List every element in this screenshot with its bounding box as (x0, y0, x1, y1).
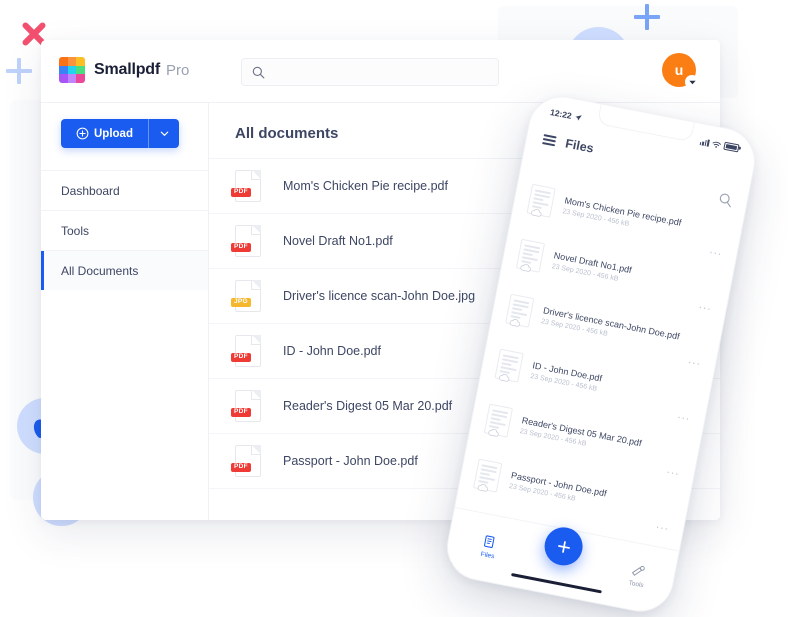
pdf-file-icon: PDF (231, 445, 261, 477)
plus-icon (557, 540, 570, 553)
pdf-file-icon: PDF (231, 390, 261, 422)
cellular-signal-icon (699, 138, 710, 147)
document-name: Passport - John Doe.pdf (283, 454, 418, 468)
chevron-down-icon (160, 131, 168, 136)
sidebar-item-all-documents[interactable]: All Documents (41, 250, 208, 290)
tab-tools[interactable]: Tools (628, 563, 647, 589)
sidebar-item-dashboard[interactable]: Dashboard (41, 170, 208, 210)
row-menu-icon[interactable]: ... (666, 462, 681, 478)
row-menu-icon[interactable]: ... (655, 517, 670, 533)
row-menu-icon[interactable]: ... (677, 407, 692, 423)
document-name: Driver's licence scan-John Doe.jpg (283, 289, 476, 303)
tab-files[interactable]: Files (480, 534, 498, 560)
sidebar-item-tools[interactable]: Tools (41, 210, 208, 250)
account-caret[interactable] (685, 75, 699, 89)
document-icon (505, 293, 535, 328)
chevron-down-icon (688, 80, 696, 84)
search-bar[interactable] (241, 58, 499, 86)
status-time: 12:22 (549, 106, 573, 121)
file-type-badge: JPG (231, 297, 251, 307)
file-type-badge: PDF (231, 187, 251, 197)
cloud-icon (529, 203, 543, 223)
cloud-icon (518, 258, 532, 278)
row-menu-icon[interactable]: ... (687, 352, 702, 368)
jpg-file-icon: JPG (231, 280, 261, 312)
brand-name: Smallpdf (94, 61, 160, 78)
battery-icon (723, 141, 740, 153)
sidebar-item-label: All Documents (61, 263, 139, 278)
document-icon (526, 183, 556, 218)
cloud-icon (508, 313, 522, 333)
row-menu-icon[interactable]: ... (698, 297, 713, 313)
sidebar: Upload Dashboard Tools All Documents (41, 103, 209, 520)
phone-title: Files (564, 136, 595, 156)
document-icon (473, 458, 503, 493)
tab-label: Files (480, 550, 495, 561)
app-header: Smallpdf Pro u (41, 40, 720, 103)
pdf-file-icon: PDF (231, 225, 261, 257)
document-name: Reader's Digest 05 Mar 20.pdf (283, 399, 453, 413)
location-arrow-icon (575, 114, 582, 121)
cloud-icon (486, 423, 500, 443)
document-name: Novel Draft No1.pdf (283, 234, 393, 248)
home-indicator (511, 572, 602, 594)
sidebar-item-label: Dashboard (61, 183, 120, 198)
row-menu-icon[interactable]: ... (709, 242, 724, 258)
screenshot-canvas: Smallpdf Pro u Upload Dashboard Tools Al… (0, 0, 788, 617)
tab-label: Tools (627, 579, 645, 590)
pdf-file-icon: PDF (231, 170, 261, 202)
file-type-badge: PDF (231, 242, 251, 252)
search-icon (719, 193, 731, 208)
brand-plan: Pro (165, 61, 190, 79)
account-menu[interactable]: u (662, 53, 699, 89)
upload-dropdown-toggle[interactable] (148, 119, 179, 148)
add-file-fab[interactable] (541, 524, 586, 569)
document-name: Mom's Chicken Pie recipe.pdf (283, 179, 448, 193)
upload-button-group[interactable]: Upload (61, 119, 179, 148)
tools-icon (632, 566, 646, 576)
cloud-icon (497, 368, 511, 388)
pdf-file-icon: PDF (231, 335, 261, 367)
brand-logo[interactable]: Smallpdf Pro (59, 57, 189, 83)
upload-button[interactable]: Upload (61, 119, 148, 148)
document-icon (483, 403, 514, 438)
search-input[interactable] (273, 65, 477, 79)
hamburger-menu-icon[interactable] (542, 134, 557, 147)
document-name: ID - John Doe.pdf (283, 344, 381, 358)
file-type-badge: PDF (231, 352, 251, 362)
sidebar-item-label: Tools (61, 223, 90, 238)
document-icon (494, 348, 524, 383)
cloud-icon (476, 478, 490, 498)
wifi-icon (712, 141, 722, 148)
document-icon (515, 238, 546, 273)
search-icon (252, 66, 265, 78)
files-icon (484, 535, 495, 548)
file-type-badge: PDF (231, 407, 251, 417)
upload-button-label: Upload (94, 127, 133, 140)
plus-shape-left (6, 58, 32, 84)
file-type-badge: PDF (231, 462, 251, 472)
smallpdf-logo-icon (59, 57, 85, 83)
plus-circle-icon (76, 127, 89, 140)
